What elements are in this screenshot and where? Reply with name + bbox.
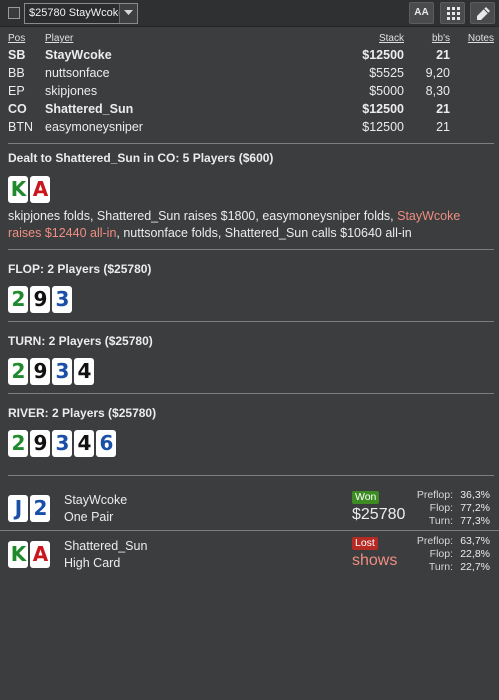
equity-value: 36,3% [460, 489, 490, 501]
shows-label: shows [352, 552, 398, 569]
river-title: RIVER: 2 Players ($25780) [8, 406, 157, 420]
card: 9 [30, 430, 50, 457]
row-stack: $12500 [362, 48, 404, 62]
lost-badge: Lost [352, 537, 378, 550]
card: K [8, 541, 28, 568]
table-row: BB nuttsonface $5525 9,20 [0, 66, 499, 84]
equity-value: 22,7% [460, 561, 490, 573]
card: A [30, 541, 50, 568]
equity-label: Flop: [429, 502, 453, 514]
row-stack: $5525 [369, 66, 404, 80]
equity-label: Flop: [429, 548, 453, 560]
card: 2 [8, 286, 28, 313]
toolbar: $25780 StayWcoke AA [0, 0, 499, 27]
row-pos: CO [8, 102, 27, 116]
card: 4 [74, 430, 94, 457]
divider [8, 143, 494, 144]
table-row: CO Shattered_Sun $12500 21 [0, 102, 499, 120]
action-text: skipjones folds, Shattered_Sun raises $1… [8, 209, 398, 223]
card: A [30, 176, 50, 203]
divider [8, 475, 494, 476]
hand-select-value: $25780 StayWcoke [29, 7, 125, 19]
equity-value: 77,3% [460, 515, 490, 527]
equity-value: 77,2% [460, 502, 490, 514]
table-row: SB StayWcoke $12500 21 [0, 48, 499, 66]
row-bbs: 21 [436, 102, 450, 116]
card: 2 [8, 358, 28, 385]
header-stack[interactable]: Stack [379, 33, 404, 44]
won-badge: Won [352, 491, 380, 504]
card: 2 [8, 430, 28, 457]
row-player[interactable]: easymoneysniper [45, 120, 143, 134]
select-checkbox[interactable] [8, 7, 20, 19]
river-cards: 2 9 3 4 6 [8, 430, 116, 457]
card: 3 [52, 358, 72, 385]
row-pos: BTN [8, 120, 33, 134]
result-hand: High Card [64, 556, 121, 570]
equity-label: Preflop: [416, 489, 453, 501]
flop-title: FLOP: 2 Players ($25780) [8, 262, 152, 276]
row-bbs: 21 [436, 120, 450, 134]
header-bbs[interactable]: bb's [432, 33, 450, 44]
row-player[interactable]: nuttsonface [45, 66, 110, 80]
grid-icon [447, 7, 460, 20]
header-notes[interactable]: Notes [468, 33, 494, 44]
card: K [8, 176, 28, 203]
action-text: , nuttsonface folds, Shattered_Sun calls… [116, 226, 412, 240]
equity-value: 22,8% [460, 548, 490, 560]
row-stack: $5000 [369, 84, 404, 98]
row-player[interactable]: Shattered_Sun [45, 102, 133, 116]
card: 4 [74, 358, 94, 385]
card: 3 [52, 430, 72, 457]
flop-cards: 2 9 3 [8, 286, 72, 313]
row-bbs: 9,20 [425, 66, 450, 80]
card: 9 [30, 358, 50, 385]
hand-select-dropdown[interactable]: $25780 StayWcoke [24, 3, 138, 24]
showdown-cards: J 2 [8, 495, 50, 522]
turn-title: TURN: 2 Players ($25780) [8, 334, 153, 348]
row-pos: EP [8, 84, 25, 98]
table-row: EP skipjones $5000 8,30 [0, 84, 499, 102]
row-pos: SB [8, 48, 26, 62]
row-stack: $12500 [362, 102, 404, 116]
card: 9 [30, 286, 50, 313]
grid-button[interactable] [440, 2, 465, 24]
table-row: BTN easymoneysniper $12500 21 [0, 120, 499, 138]
divider [8, 249, 494, 250]
showdown-cards: K A [8, 541, 50, 568]
equity-value: 63,7% [460, 535, 490, 547]
equity-label: Preflop: [416, 535, 453, 547]
row-player[interactable]: skipjones [45, 84, 97, 98]
row-player[interactable]: StayWcoke [45, 48, 112, 62]
preflop-action: skipjones folds, Shattered_Sun raises $1… [8, 208, 493, 242]
card: 6 [96, 430, 116, 457]
result-hand: One Pair [64, 510, 114, 524]
row-stack: $12500 [362, 120, 404, 134]
equity-label: Turn: [428, 561, 453, 573]
result-player[interactable]: StayWcoke [64, 493, 127, 507]
font-size-button[interactable]: AA [409, 2, 434, 24]
hole-cards: K A [8, 176, 50, 203]
chevron-down-icon [124, 10, 133, 15]
card: J [8, 495, 28, 522]
turn-cards: 2 9 3 4 [8, 358, 94, 385]
divider [8, 321, 494, 322]
row-pos: BB [8, 66, 25, 80]
preflop-title: Dealt to Shattered_Sun in CO: 5 Players … [8, 151, 274, 165]
divider [0, 530, 499, 531]
header-pos[interactable]: Pos [8, 33, 25, 44]
card: 2 [30, 495, 50, 522]
result-player[interactable]: Shattered_Sun [64, 539, 147, 553]
row-bbs: 21 [436, 48, 450, 62]
header-player[interactable]: Player [45, 33, 73, 44]
edit-button[interactable] [470, 2, 495, 24]
equity-label: Turn: [428, 515, 453, 527]
divider [8, 393, 494, 394]
dropdown-arrow-button[interactable] [119, 4, 137, 23]
row-bbs: 8,30 [425, 84, 450, 98]
pencil-icon [477, 7, 490, 20]
card: 3 [52, 286, 72, 313]
